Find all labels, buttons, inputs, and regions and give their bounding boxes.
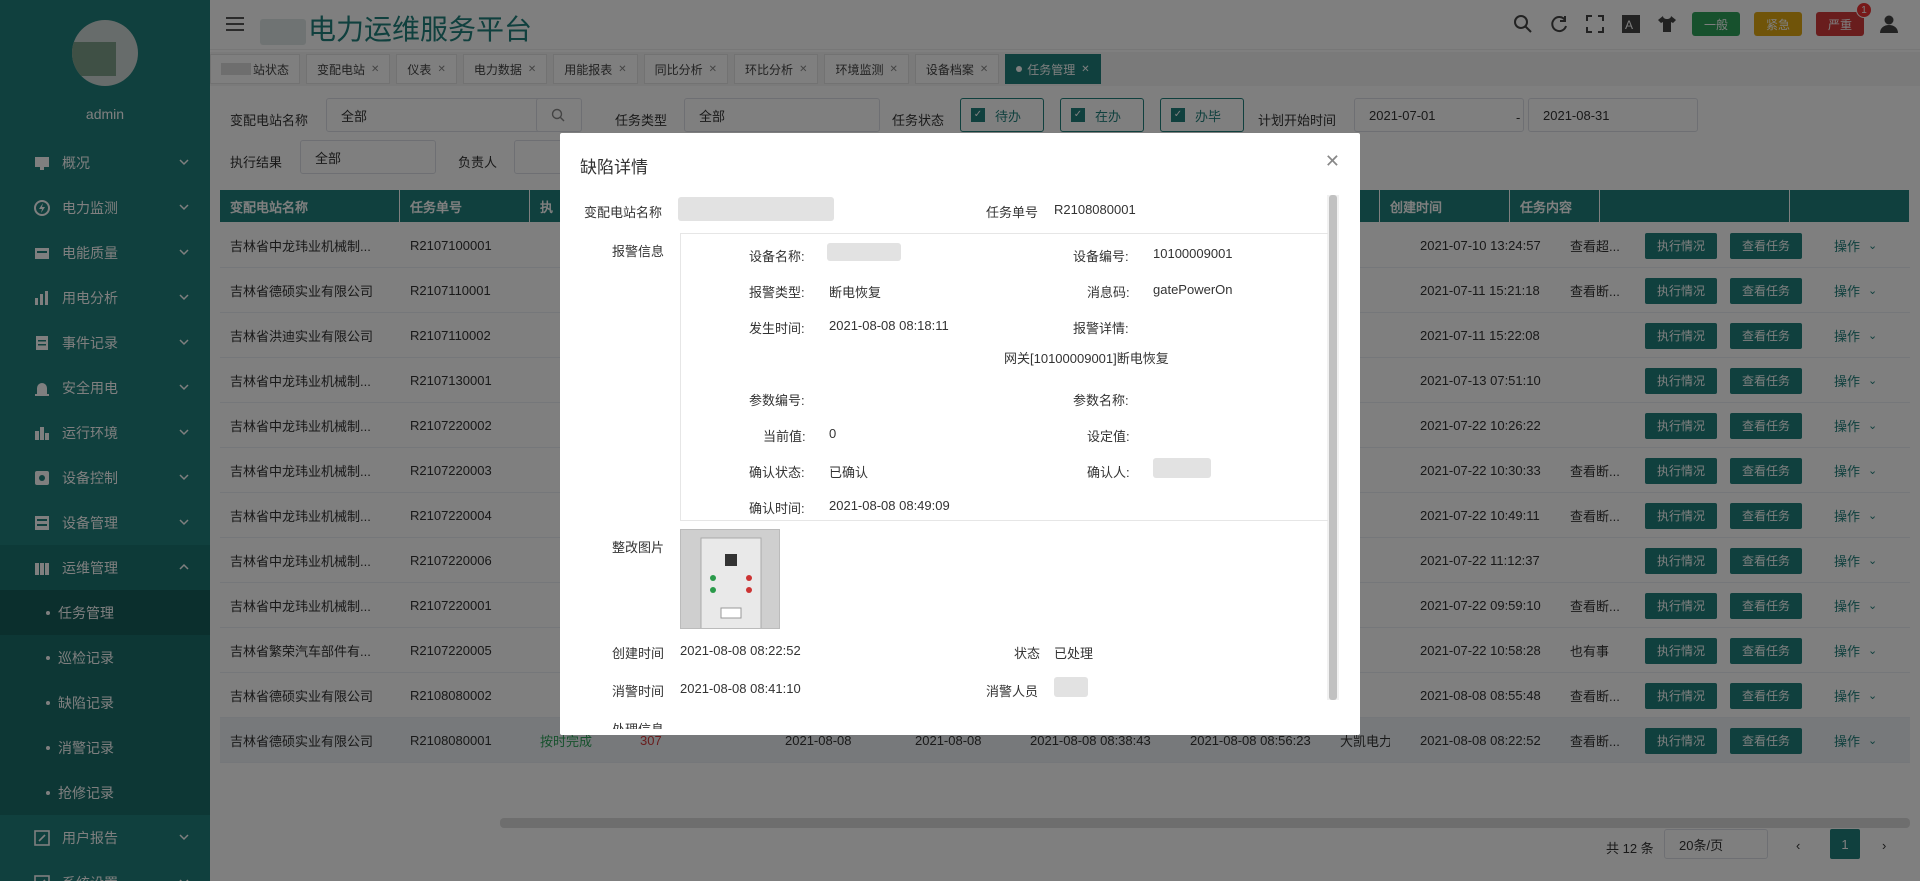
alarm-type-label: 报警类型: bbox=[749, 285, 805, 300]
clear-time-value: 2021-08-08 08:41:10 bbox=[680, 681, 801, 696]
modal-scrollbar-thumb[interactable] bbox=[1329, 195, 1337, 700]
photo-label: 整改图片 bbox=[612, 540, 665, 555]
station-name-redacted bbox=[678, 197, 834, 221]
alarm-detail-label: 报警详情: bbox=[1073, 321, 1129, 336]
confirm-time-label: 确认时间: bbox=[749, 501, 805, 516]
confirm-status-label: 确认状态: bbox=[749, 465, 805, 480]
current-value: 0 bbox=[829, 426, 837, 441]
task-no-label: 任务单号 bbox=[986, 205, 1039, 220]
clear-person-label: 消警人员 bbox=[986, 684, 1039, 699]
modal-title: 缺陷详情 bbox=[580, 158, 648, 177]
occur-time-label: 发生时间: bbox=[749, 321, 805, 336]
state-label: 状态 bbox=[1014, 646, 1041, 661]
confirm-person-label: 确认人: bbox=[1087, 465, 1130, 480]
msg-code-value: gatePowerOn bbox=[1153, 282, 1233, 297]
setpoint-label: 设定值: bbox=[1087, 429, 1130, 444]
msg-code-label: 消息码: bbox=[1087, 285, 1130, 300]
clear-person-redacted bbox=[1054, 677, 1088, 697]
modal-scrollbar[interactable] bbox=[1327, 195, 1339, 700]
cabinet-photo-image bbox=[681, 530, 779, 628]
confirm-person-redacted bbox=[1153, 458, 1211, 478]
station-name-label: 变配电站名称 bbox=[584, 205, 663, 220]
current-value-label: 当前值: bbox=[763, 429, 806, 444]
create-time-label: 创建时间 bbox=[612, 646, 665, 661]
confirm-status-value: 已确认 bbox=[829, 465, 869, 480]
occur-time-value: 2021-08-08 08:18:11 bbox=[829, 318, 949, 333]
device-no-label: 设备编号: bbox=[1073, 249, 1129, 264]
alarm-detail-value: 网关[10100009001]断电恢复 bbox=[1004, 351, 1169, 366]
defect-detail-modal: 缺陷详情 ✕ 变配电站名称 任务单号 R2108080001 报警信息 设备名称… bbox=[560, 133, 1360, 735]
handling-info-label: 处理信息 bbox=[612, 719, 664, 729]
cut-off-label-wrap: 处理信息 bbox=[612, 719, 692, 729]
device-no-value: 10100009001 bbox=[1153, 246, 1233, 261]
device-name-label: 设备名称: bbox=[749, 249, 805, 264]
clear-time-label: 消警时间 bbox=[612, 684, 665, 699]
state-value: 已处理 bbox=[1054, 646, 1094, 661]
create-time-value: 2021-08-08 08:22:52 bbox=[680, 643, 801, 658]
rectify-photo[interactable] bbox=[680, 529, 780, 629]
alarm-info-box: 设备名称: 设备编号: 10100009001 报警类型: 断电恢复 消息码: … bbox=[680, 233, 1328, 521]
close-icon[interactable]: ✕ bbox=[1325, 151, 1340, 172]
param-name-label: 参数名称: bbox=[1073, 393, 1129, 408]
alarm-type-value: 断电恢复 bbox=[829, 285, 882, 300]
task-no-value: R2108080001 bbox=[1054, 202, 1136, 217]
app-root: admin 概况电力监测电能质量用电分析事件记录安全用电运行环境设备控制设备管理… bbox=[0, 0, 1920, 881]
confirm-time-value: 2021-08-08 08:49:09 bbox=[829, 498, 950, 513]
param-no-label: 参数编号: bbox=[749, 393, 805, 408]
device-name-redacted bbox=[827, 243, 901, 261]
alarm-info-label: 报警信息 bbox=[612, 244, 665, 259]
